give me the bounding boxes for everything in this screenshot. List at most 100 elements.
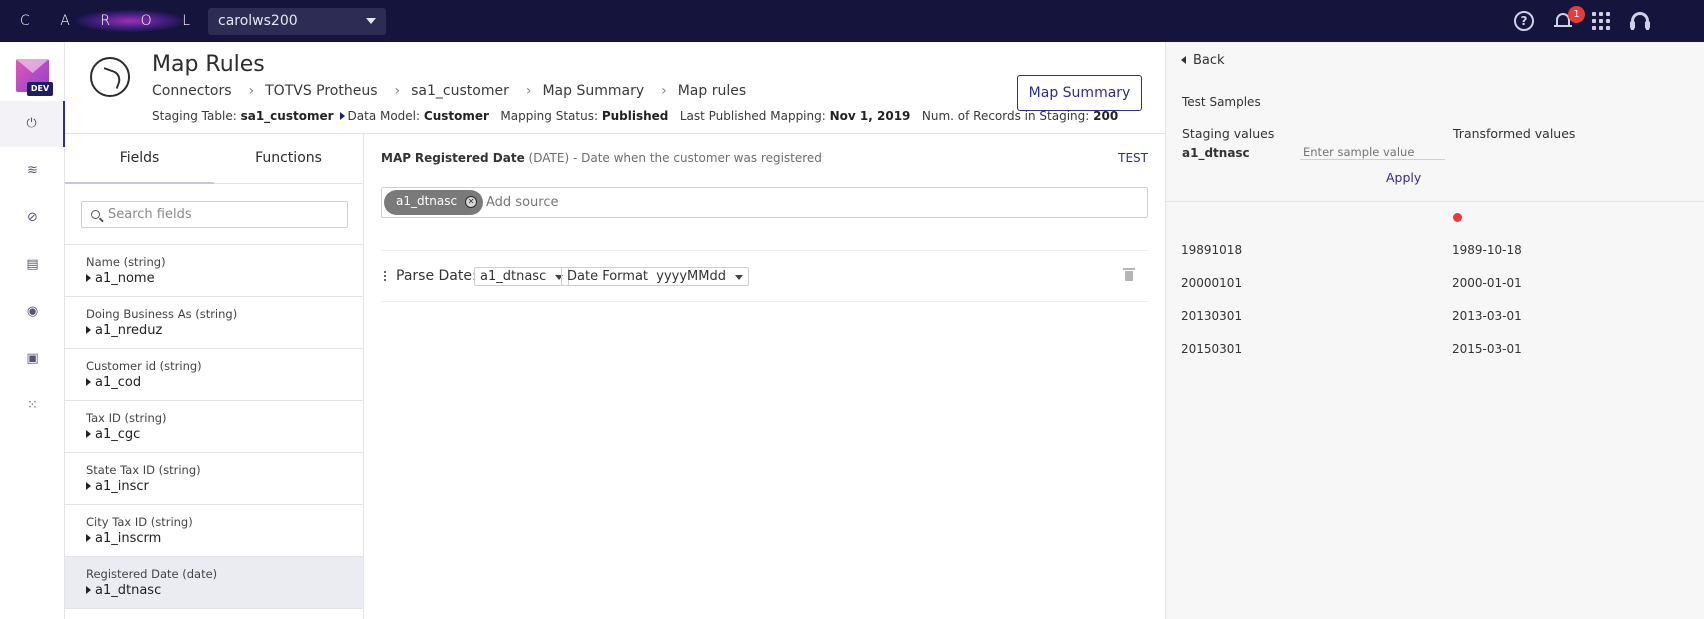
mapping-status-value: Published (601, 109, 669, 123)
records-label: Num. of Records in Staging: (921, 109, 1090, 123)
logo-letter: R (100, 13, 111, 29)
map-prefix: MAP (381, 151, 412, 165)
apps-grid-icon[interactable] (1591, 11, 1611, 31)
back-button[interactable]: Back (1181, 53, 1225, 68)
compass-icon: ⊘ (27, 210, 38, 225)
records-value: 200 (1093, 109, 1119, 123)
table-row: 19891018 1989-10-18 (1166, 243, 1704, 276)
divider (1166, 201, 1704, 202)
headset-icon[interactable] (1630, 11, 1650, 31)
breadcrumb-map-rules: Map rules (677, 83, 747, 99)
function-source-select[interactable]: a1_dtnasc (474, 267, 570, 286)
field-source: a1_dtnasc (86, 583, 363, 598)
tab-functions[interactable]: Functions (214, 134, 363, 183)
remove-chip-icon[interactable]: ✕ (465, 196, 478, 208)
sample-field-name: a1_dtnasc (1182, 146, 1250, 160)
list-item[interactable]: City Tax ID (string) a1_inscrm (65, 505, 363, 557)
page-title: Map Rules (152, 52, 265, 77)
search-fields-input[interactable]: Search fields (81, 201, 348, 228)
drag-handle-icon[interactable] (384, 271, 387, 281)
list-item[interactable]: Name (string) a1_nome (65, 245, 363, 297)
search-icon (91, 210, 100, 219)
data-model-label: Data Model: (347, 109, 421, 123)
notification-badge[interactable]: 1 (1568, 6, 1585, 23)
list-item[interactable]: State Tax ID (string) a1_inscr (65, 453, 363, 505)
breadcrumb-connectors[interactable]: Connectors (152, 83, 232, 99)
staging-value: 20130301 (1181, 309, 1243, 323)
chip-icon: ▣ (26, 351, 39, 366)
transformed-value: 2013-03-01 (1452, 309, 1522, 323)
headset-ear (1630, 21, 1635, 29)
last-published-value: Nov 1, 2019 (829, 109, 911, 123)
field-source: a1_nreduz (86, 323, 363, 338)
list-item[interactable]: Doing Business As (string) a1_nreduz (65, 297, 363, 349)
map-summary-button[interactable]: Map Summary (1017, 75, 1142, 111)
carol-logo[interactable]: C A R O L (20, 6, 190, 36)
field-source: a1_nome (86, 271, 363, 286)
apply-button[interactable]: Apply (1386, 170, 1421, 185)
mapped-field-type: (DATE) (528, 151, 570, 165)
tenant-selector[interactable]: carolws200 (208, 8, 386, 35)
source-chip[interactable]: a1_dtnasc ✕ (384, 190, 484, 215)
field-list: Name (string) a1_nome Doing Business As … (65, 244, 363, 609)
env-badge: DEV (27, 82, 53, 96)
list-item[interactable]: Tax ID (string) a1_cgc (65, 401, 363, 453)
help-icon[interactable]: ? (1514, 11, 1534, 31)
breadcrumb-connector[interactable]: TOTVS Protheus (265, 83, 377, 99)
mapped-field-description: - Date when the customer was registered (572, 151, 822, 165)
bell-base (1554, 25, 1572, 27)
staging-value: 20000101 (1181, 276, 1243, 290)
field-type: Doing Business As (string) (86, 307, 238, 321)
date-format-select[interactable]: Date Format yyyyMMdd (561, 267, 749, 286)
sample-value-input[interactable] (1300, 144, 1445, 160)
list-item-selected[interactable]: Registered Date (date) a1_dtnasc (65, 557, 363, 609)
rail-item-integrations[interactable]: ◉ (0, 289, 65, 335)
add-source-placeholder: Add source (486, 195, 559, 210)
breadcrumb: Connectors › TOTVS Protheus › sa1_custom… (152, 83, 746, 99)
field-type: Customer id (string) (86, 359, 202, 373)
logo-letters: C A R O L (20, 13, 190, 29)
source-chip-label: a1_dtnasc (396, 194, 458, 208)
breadcrumb-staging[interactable]: sa1_customer (411, 83, 509, 99)
date-format-value: yyyyMMdd (656, 269, 726, 284)
rail-item-explore[interactable]: ⊘ (0, 195, 65, 241)
caret-right-icon (86, 378, 91, 386)
transformed-value: 2000-01-01 (1452, 276, 1522, 290)
fields-panel: Fields Functions Search fields Name (str… (65, 134, 364, 619)
logo-letter: L (182, 13, 190, 29)
staging-table-label: Staging Table: (152, 109, 237, 123)
mapping-editor: MAP Registered Date (DATE) - Date when t… (364, 134, 1165, 619)
caret-right-icon (86, 586, 91, 594)
list-item[interactable]: Customer id (string) a1_cod (65, 349, 363, 401)
test-link[interactable]: TEST (1118, 151, 1148, 165)
rail-item-connectors[interactable]: ⏻ (0, 101, 65, 147)
field-source-name: a1_inscrm (95, 531, 162, 546)
search-placeholder: Search fields (108, 207, 192, 222)
transformed-values-header: Transformed values (1453, 126, 1576, 141)
caret-left-icon (1181, 56, 1186, 64)
cycle-icon: ◉ (26, 304, 39, 319)
field-type: State Tax ID (string) (86, 463, 201, 477)
page-header: Map Rules Connectors › TOTVS Protheus › … (65, 42, 1165, 134)
test-samples-title: Test Samples (1182, 95, 1261, 109)
chevron-right-icon: › (394, 83, 401, 99)
source-input[interactable]: a1_dtnasc ✕ Add source (381, 187, 1148, 218)
chevron-down-icon (366, 18, 376, 24)
last-published-label: Last Published Mapping: (679, 109, 826, 123)
rail-item-apps[interactable]: ⁙ (0, 383, 65, 429)
caret-right-icon (86, 534, 91, 542)
rail-item-processing[interactable]: ▣ (0, 336, 65, 382)
field-source-name: a1_cgc (95, 427, 141, 442)
field-source: a1_inscr (86, 479, 363, 494)
field-source-name: a1_nreduz (95, 323, 163, 338)
back-label: Back (1193, 53, 1225, 68)
caret-right-icon[interactable] (339, 112, 345, 120)
tab-fields[interactable]: Fields (65, 134, 214, 184)
table-row: 20000101 2000-01-01 (1166, 276, 1704, 309)
field-type: Name (string) (86, 255, 166, 269)
trash-icon[interactable] (1123, 268, 1135, 281)
rail-item-data[interactable]: ≋ (0, 148, 65, 194)
breadcrumb-map-summary[interactable]: Map Summary (542, 83, 644, 99)
database-icon: ≋ (27, 163, 38, 178)
rail-item-analytics[interactable]: ▤ (0, 242, 65, 288)
